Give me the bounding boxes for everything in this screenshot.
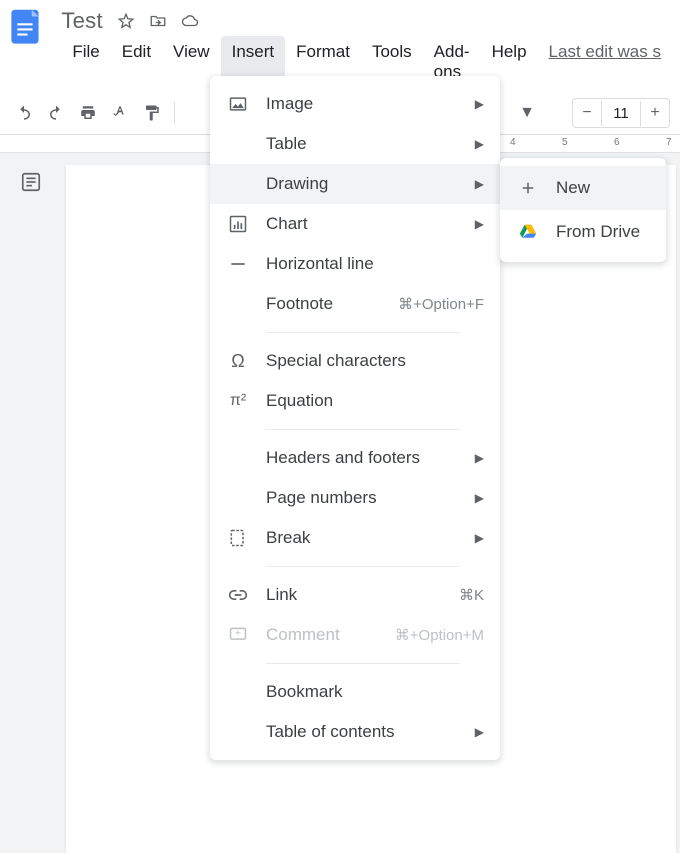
- insert-drawing[interactable]: Drawing ▶: [210, 164, 500, 204]
- insert-footnote[interactable]: Footnote ⌘+Option+F: [210, 284, 500, 324]
- drawing-from-drive[interactable]: From Drive: [500, 210, 666, 254]
- font-size-control: − 11 +: [572, 98, 670, 128]
- menu-label: Chart: [266, 214, 475, 234]
- svg-text:+: +: [235, 629, 241, 640]
- insert-menu-dropdown: Image ▶ Table ▶ Drawing ▶ Chart ▶ Horizo…: [210, 76, 500, 760]
- drawing-submenu: New From Drive: [500, 158, 666, 262]
- link-icon: [226, 585, 250, 605]
- insert-link[interactable]: Link ⌘K: [210, 575, 500, 615]
- menu-label: Headers and footers: [266, 448, 475, 468]
- drive-icon: [516, 223, 540, 241]
- insert-comment: + Comment ⌘+Option+M: [210, 615, 500, 655]
- spellcheck-button[interactable]: [106, 99, 134, 127]
- font-size-value[interactable]: 11: [601, 101, 641, 126]
- submenu-arrow-icon: ▶: [475, 491, 484, 505]
- outline-toggle[interactable]: [14, 165, 48, 199]
- submenu-arrow-icon: ▶: [475, 97, 484, 111]
- insert-bookmark[interactable]: Bookmark: [210, 672, 500, 712]
- shortcut: ⌘+Option+F: [398, 295, 484, 313]
- insert-table[interactable]: Table ▶: [210, 124, 500, 164]
- menu-label: Drawing: [266, 174, 475, 194]
- cloud-status-icon[interactable]: [181, 12, 199, 30]
- plus-icon: [516, 179, 540, 197]
- font-size-increase[interactable]: +: [641, 99, 669, 127]
- menu-label: Bookmark: [266, 682, 484, 702]
- menu-label: Horizontal line: [266, 254, 484, 274]
- ruler-tick: 5: [562, 137, 568, 148]
- insert-break[interactable]: Break ▶: [210, 518, 500, 558]
- menu-label: Footnote: [266, 294, 398, 314]
- shortcut: ⌘+Option+M: [395, 626, 484, 644]
- submenu-arrow-icon: ▶: [475, 177, 484, 191]
- menu-label: From Drive: [556, 222, 650, 242]
- insert-table-of-contents[interactable]: Table of contents ▶: [210, 712, 500, 752]
- menu-separator: [266, 429, 460, 430]
- redo-button[interactable]: [42, 99, 70, 127]
- last-edit-link[interactable]: Last edit was s: [538, 36, 672, 88]
- menu-file[interactable]: File: [61, 36, 110, 88]
- document-title[interactable]: Test: [61, 8, 103, 34]
- menu-edit[interactable]: Edit: [111, 36, 162, 88]
- drawing-new[interactable]: New: [500, 166, 666, 210]
- menu-label: Image: [266, 94, 475, 114]
- insert-equation[interactable]: π² Equation: [210, 381, 500, 421]
- menu-label: Link: [266, 585, 459, 605]
- move-icon[interactable]: [149, 12, 167, 30]
- insert-headers-footers[interactable]: Headers and footers ▶: [210, 438, 500, 478]
- menu-label: Special characters: [266, 351, 484, 371]
- menu-label: Equation: [266, 391, 484, 411]
- submenu-arrow-icon: ▶: [475, 531, 484, 545]
- chart-icon: [226, 214, 250, 234]
- menu-label: Table of contents: [266, 722, 475, 742]
- omega-icon: Ω: [226, 351, 250, 372]
- star-icon[interactable]: [117, 12, 135, 30]
- paint-format-button[interactable]: [138, 99, 166, 127]
- insert-horizontal-line[interactable]: Horizontal line: [210, 244, 500, 284]
- menu-label: Page numbers: [266, 488, 475, 508]
- image-icon: [226, 94, 250, 114]
- insert-chart[interactable]: Chart ▶: [210, 204, 500, 244]
- submenu-arrow-icon: ▶: [475, 137, 484, 151]
- menu-separator: [266, 332, 460, 333]
- menu-label: Break: [266, 528, 475, 548]
- print-button[interactable]: [74, 99, 102, 127]
- docs-logo[interactable]: [8, 8, 45, 52]
- menu-label: Table: [266, 134, 475, 154]
- insert-image[interactable]: Image ▶: [210, 84, 500, 124]
- insert-page-numbers[interactable]: Page numbers ▶: [210, 478, 500, 518]
- menu-separator: [266, 663, 460, 664]
- styles-dropdown[interactable]: ▼: [513, 99, 541, 127]
- horizontal-line-icon: [226, 254, 250, 274]
- undo-button[interactable]: [10, 99, 38, 127]
- font-size-decrease[interactable]: −: [573, 99, 601, 127]
- separator: [174, 102, 175, 124]
- submenu-arrow-icon: ▶: [475, 451, 484, 465]
- submenu-arrow-icon: ▶: [475, 725, 484, 739]
- pi-icon: π²: [226, 392, 250, 410]
- ruler-tick: 6: [614, 137, 620, 148]
- submenu-arrow-icon: ▶: [475, 217, 484, 231]
- ruler-tick: 4: [510, 137, 516, 148]
- insert-special-characters[interactable]: Ω Special characters: [210, 341, 500, 381]
- break-icon: [226, 528, 250, 548]
- ruler-tick: 7: [666, 137, 672, 148]
- menu-label: New: [556, 178, 650, 198]
- comment-icon: +: [226, 625, 250, 645]
- menu-label: Comment: [266, 625, 395, 645]
- shortcut: ⌘K: [459, 586, 484, 604]
- menu-separator: [266, 566, 460, 567]
